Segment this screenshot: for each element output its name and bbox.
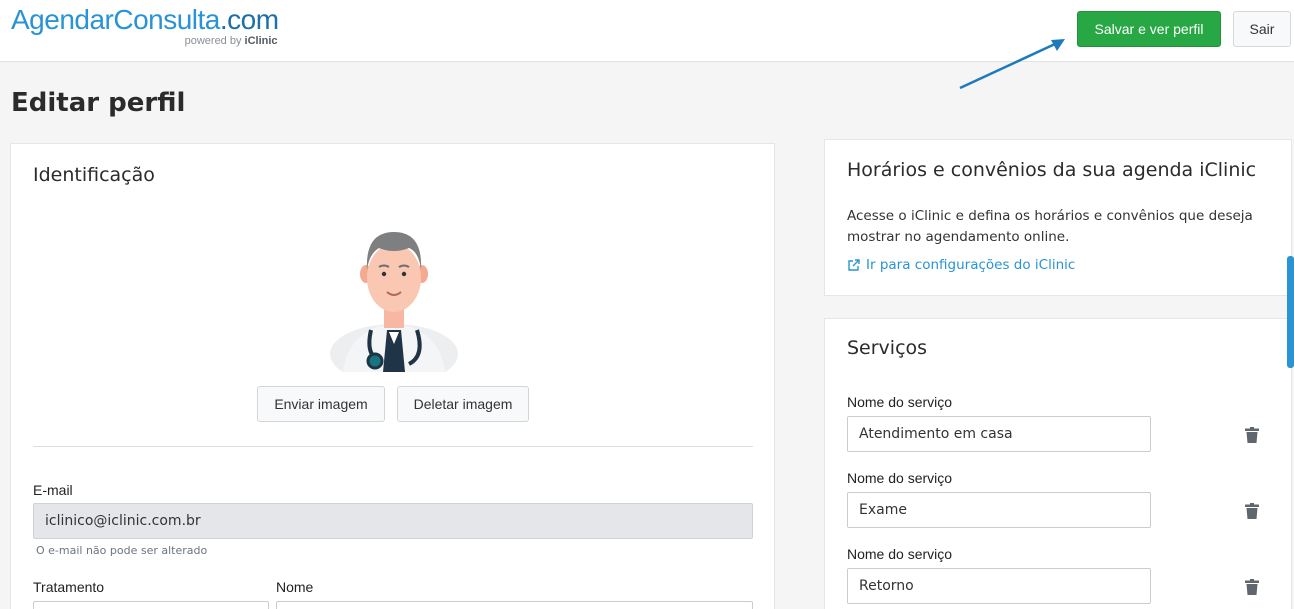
service-name-label: Nome do serviço bbox=[847, 546, 953, 562]
schedule-description: Acesse o iClinic e defina os horários e … bbox=[847, 208, 1253, 245]
services-card: Serviços Nome do serviço Atendimento em … bbox=[824, 318, 1292, 609]
iclinic-settings-link[interactable]: Ir para configurações do iClinic bbox=[847, 257, 1075, 273]
treatment-select[interactable] bbox=[33, 601, 269, 609]
logo-powered-text: powered by bbox=[184, 35, 242, 47]
logo-powered-by: powered by iClinic bbox=[185, 35, 278, 47]
top-bar: AgendarConsulta.com powered by iClinic S… bbox=[0, 0, 1294, 62]
service-name-label: Nome do serviço bbox=[847, 470, 953, 486]
upload-image-button[interactable]: Enviar imagem bbox=[257, 386, 385, 422]
page-title: Editar perfil bbox=[11, 88, 186, 118]
logo-part1: AgendarConsulta bbox=[11, 4, 220, 35]
identification-card: Identificação Enviar imagem Deletar imag… bbox=[10, 143, 775, 609]
service-name-input[interactable]: Retorno bbox=[847, 568, 1151, 604]
exit-button[interactable]: Sair bbox=[1233, 11, 1291, 47]
treatment-label: Tratamento bbox=[33, 579, 105, 595]
logo-wordmark: AgendarConsulta.com bbox=[11, 3, 279, 37]
service-name-input[interactable]: Atendimento em casa bbox=[847, 416, 1151, 452]
email-hint: O e-mail não pode ser alterado bbox=[36, 544, 208, 557]
delete-image-button[interactable]: Deletar imagem bbox=[397, 386, 529, 422]
service-name-label: Nome do serviço bbox=[847, 394, 953, 410]
divider bbox=[33, 446, 753, 447]
iclinic-settings-link-label: Ir para configurações do iClinic bbox=[866, 257, 1076, 273]
schedule-card: Horários e convênios da sua agenda iClin… bbox=[824, 139, 1292, 296]
name-field[interactable] bbox=[276, 601, 753, 609]
schedule-title: Horários e convênios da sua agenda iClin… bbox=[847, 159, 1257, 181]
service-name-input[interactable]: Exame bbox=[847, 492, 1151, 528]
name-label: Nome bbox=[276, 579, 314, 595]
logo-part2: .com bbox=[219, 4, 279, 35]
save-and-view-profile-button[interactable]: Salvar e ver perfil bbox=[1077, 11, 1221, 47]
annotation-arrow-icon bbox=[959, 39, 1065, 90]
email-field: iclinico@iclinic.com.br bbox=[33, 503, 753, 539]
services-title: Serviços bbox=[847, 337, 928, 359]
identification-title: Identificação bbox=[33, 164, 155, 186]
logo[interactable]: AgendarConsulta.com powered by iClinic bbox=[11, 3, 279, 47]
doctor-avatar bbox=[330, 232, 458, 372]
trash-icon[interactable] bbox=[1245, 579, 1259, 595]
external-link-icon bbox=[848, 258, 860, 271]
scrollbar-thumb[interactable] bbox=[1287, 256, 1294, 368]
trash-icon[interactable] bbox=[1245, 503, 1259, 519]
email-label: E-mail bbox=[33, 482, 73, 498]
trash-icon[interactable] bbox=[1245, 427, 1259, 443]
logo-brand: iClinic bbox=[244, 35, 278, 47]
